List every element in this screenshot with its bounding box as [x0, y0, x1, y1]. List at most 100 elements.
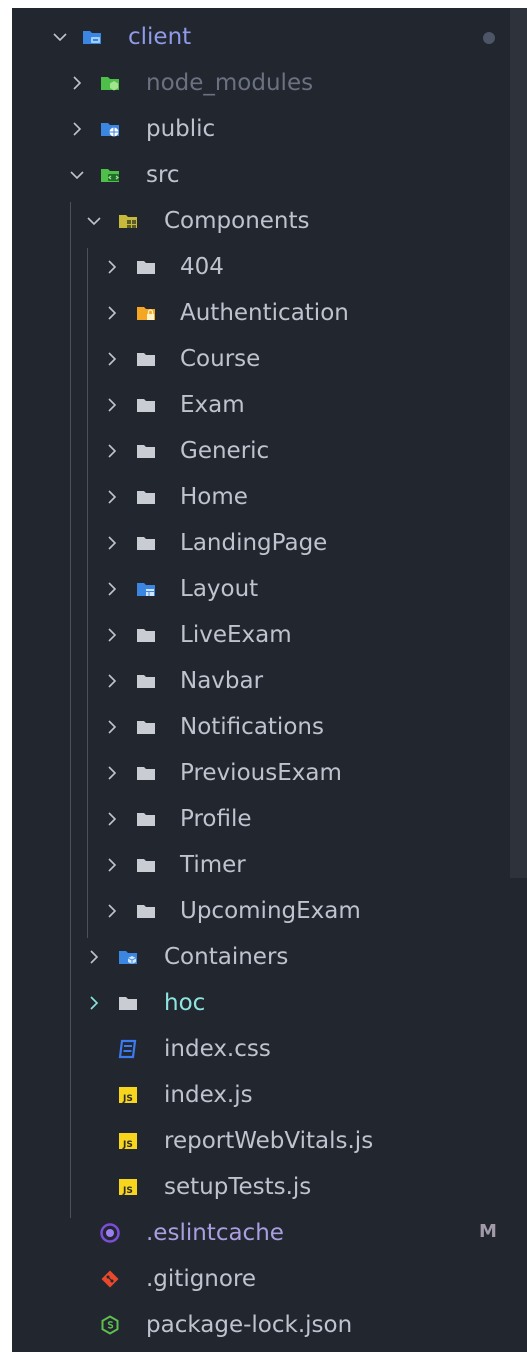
- unsaved-changes-dot: [483, 32, 495, 44]
- chevron-right-icon: [108, 904, 117, 918]
- tree-item-label: Generic: [180, 438, 270, 464]
- git-icon: [101, 1270, 119, 1288]
- tree-item-label: Home: [180, 484, 248, 510]
- folder-layout-icon: [137, 583, 155, 596]
- js-file-icon: JS: [119, 1133, 137, 1150]
- tree-item-label: Profile: [180, 806, 252, 832]
- folder-icon: [137, 353, 155, 366]
- tree-item-setup-tests[interactable]: JS setupTests.js: [12, 1165, 527, 1209]
- tree-item-label: public: [146, 116, 216, 142]
- tree-item-folder-layout[interactable]: Layout: [12, 567, 527, 611]
- tree-item-node-modules[interactable]: node_modules: [12, 61, 527, 105]
- nodejs-icon: [101, 1315, 119, 1335]
- tree-item-folder-generic[interactable]: Generic: [12, 429, 527, 473]
- js-file-icon: JS: [119, 1087, 137, 1104]
- tree-item-label: Components: [164, 208, 310, 234]
- tree-item-label: reportWebVitals.js: [164, 1128, 374, 1154]
- tree-item-folder-landingpage[interactable]: LandingPage: [12, 521, 527, 565]
- folder-icon: [137, 859, 155, 872]
- chevron-right-icon: [108, 536, 117, 550]
- tree-item-label: package-lock.json: [146, 1312, 353, 1338]
- tree-item-folder-timer[interactable]: Timer: [12, 843, 527, 887]
- folder-icon: [137, 675, 155, 688]
- tree-item-index-css[interactable]: index.css: [12, 1027, 527, 1071]
- git-modified-badge: M: [479, 1221, 497, 1242]
- tree-item-public[interactable]: public: [12, 107, 527, 151]
- chevron-right-icon: [73, 122, 82, 136]
- folder-icon: [137, 491, 155, 504]
- folder-components-open-icon: [119, 215, 137, 228]
- tree-item-folder-previousexam[interactable]: PreviousExam: [12, 751, 527, 795]
- tree-item-label: Navbar: [180, 668, 264, 694]
- chevron-right-icon: [108, 260, 117, 274]
- tree-item-folder-authentication[interactable]: Authentication: [12, 291, 527, 335]
- folder-icon: [137, 537, 155, 550]
- eslint-icon: [100, 1223, 120, 1243]
- chevron-down-icon: [70, 171, 84, 180]
- js-file-icon: JS: [119, 1179, 137, 1196]
- tree-item-components[interactable]: Components: [12, 199, 527, 243]
- chevron-right-icon: [108, 812, 117, 826]
- tree-item-label: Authentication: [180, 300, 349, 326]
- tree-item-gitignore[interactable]: .gitignore: [12, 1257, 527, 1301]
- tree-item-eslintcache[interactable]: .eslintcache M: [12, 1211, 527, 1255]
- tree-item-folder-notifications[interactable]: Notifications: [12, 705, 527, 749]
- folder-icon: [137, 721, 155, 734]
- folder-icon: [137, 905, 155, 918]
- folder-src-open-icon: [101, 169, 119, 182]
- chevron-right-icon: [73, 76, 82, 90]
- tree-item-label: setupTests.js: [164, 1174, 312, 1200]
- folder-icon: [137, 445, 155, 458]
- folder-icon: [137, 399, 155, 412]
- tree-item-label: src: [146, 162, 180, 188]
- tree-item-client[interactable]: client: [12, 15, 527, 59]
- chevron-right-icon: [108, 352, 117, 366]
- tree-item-label: .eslintcache: [146, 1220, 284, 1246]
- chevron-right-icon: [90, 996, 99, 1010]
- tree-item-folder-profile[interactable]: Profile: [12, 797, 527, 841]
- folder-icon: [137, 629, 155, 642]
- chevron-right-icon: [108, 398, 117, 412]
- chevron-right-icon: [108, 306, 117, 320]
- folder-icon: [137, 813, 155, 826]
- tree-item-label: node_modules: [146, 70, 314, 96]
- folder-public-icon: [101, 123, 119, 137]
- tree-item-label: PreviousExam: [180, 760, 342, 786]
- chevron-right-icon: [108, 628, 117, 642]
- tree-item-package-lock[interactable]: package-lock.json: [12, 1303, 527, 1347]
- tree-item-label: Notifications: [180, 714, 324, 740]
- tree-item-src[interactable]: src: [12, 153, 527, 197]
- chevron-right-icon: [108, 444, 117, 458]
- tree-item-label: LandingPage: [180, 530, 328, 556]
- tree-item-label: Layout: [180, 576, 259, 602]
- tree-item-label: hoc: [164, 990, 206, 1016]
- tree-item-report-web-vitals[interactable]: JS reportWebVitals.js: [12, 1119, 527, 1163]
- svg-text:JS: JS: [122, 1140, 133, 1150]
- chevron-right-icon: [108, 582, 117, 596]
- tree-item-folder-navbar[interactable]: Navbar: [12, 659, 527, 703]
- chevron-down-icon: [87, 217, 101, 226]
- chevron-right-icon: [108, 674, 117, 688]
- tree-item-label: 404: [180, 254, 224, 280]
- tree-item-containers[interactable]: Containers: [12, 935, 527, 979]
- css-file-icon: [118, 1039, 137, 1059]
- tree-item-folder-exam[interactable]: Exam: [12, 383, 527, 427]
- svg-text:JS: JS: [122, 1094, 133, 1104]
- tree-item-label: Course: [180, 346, 261, 372]
- tree-item-label: Containers: [164, 944, 289, 970]
- tree-item-folder-course[interactable]: Course: [12, 337, 527, 381]
- folder-container-icon: [119, 951, 137, 964]
- tree-item-folder-liveexam[interactable]: LiveExam: [12, 613, 527, 657]
- tree-item-folder-upcomingexam[interactable]: UpcomingExam: [12, 889, 527, 933]
- tree-item-label: Exam: [180, 392, 245, 418]
- tree-item-label: index.js: [164, 1082, 253, 1108]
- tree-item-label: LiveExam: [180, 622, 292, 648]
- folder-node-icon: [101, 77, 119, 91]
- tree-item-folder-home[interactable]: Home: [12, 475, 527, 519]
- tree-item-folder-404[interactable]: 404: [12, 245, 527, 289]
- tree-item-label: client: [128, 24, 192, 50]
- tree-item-hoc[interactable]: hoc: [12, 981, 527, 1025]
- tree-item-index-js[interactable]: JS index.js: [12, 1073, 527, 1117]
- tree-item-label: Timer: [180, 852, 246, 878]
- chevron-right-icon: [108, 720, 117, 734]
